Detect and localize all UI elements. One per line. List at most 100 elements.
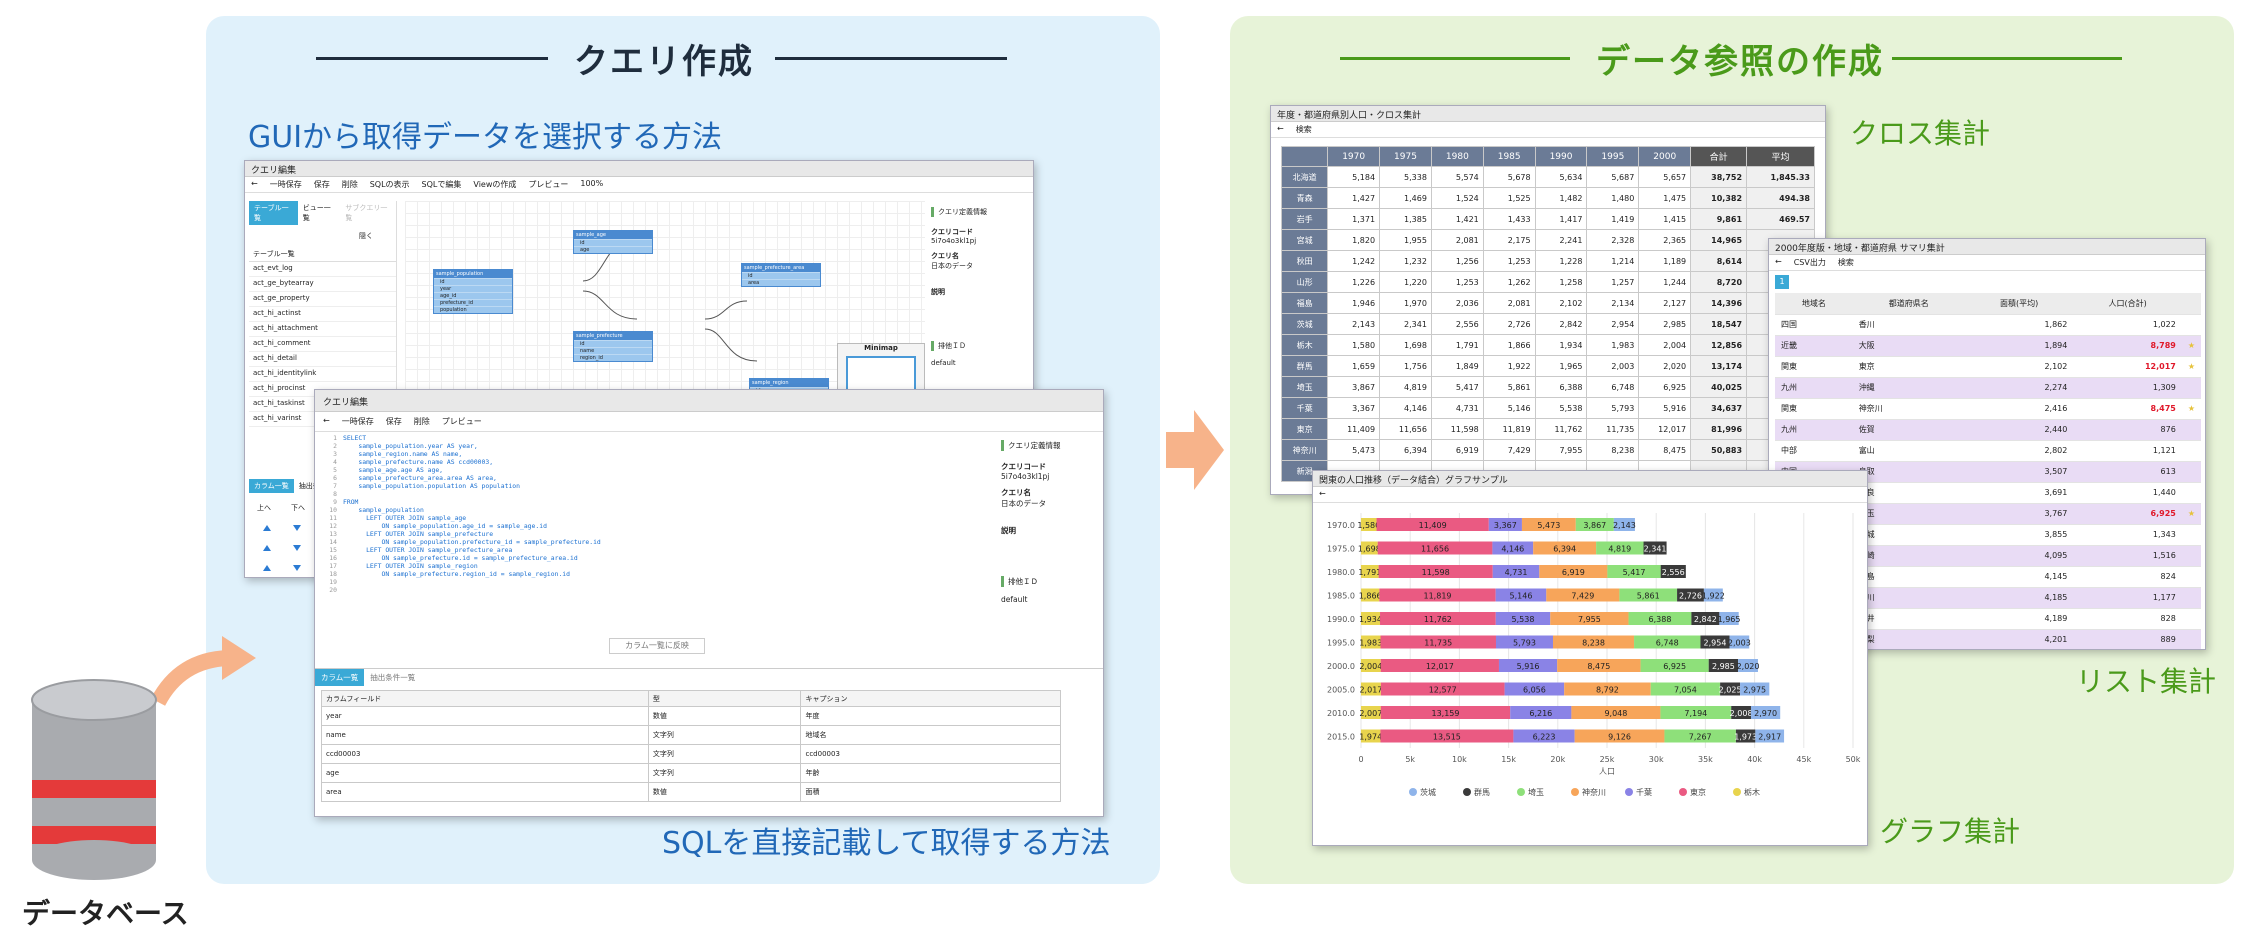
- column-cell[interactable]: 文字列: [647, 725, 802, 745]
- toolbar-button[interactable]: プレビュー: [528, 179, 568, 190]
- list-cell: 沖縄: [1852, 377, 1965, 399]
- column-cell[interactable]: 年度: [800, 706, 1061, 726]
- column-cell[interactable]: name: [321, 725, 649, 745]
- table-node[interactable]: sample_population id year age_id prefecture_…: [433, 268, 513, 314]
- query-code-value[interactable]: 5i7o4o3kl1pj: [1001, 472, 1101, 481]
- page-number-button[interactable]: 1: [1775, 275, 1789, 289]
- toolbar-button[interactable]: 保存: [386, 416, 402, 427]
- sql-editor[interactable]: 1 SELECT 2 sample_population.year AS year,…: [319, 434, 791, 630]
- table-node-column[interactable]: age: [574, 245, 652, 253]
- bottom-tab[interactable]: 抽出条件一覧: [364, 669, 421, 686]
- query-code-value[interactable]: 5i7o4o3kl1pj: [931, 237, 1031, 245]
- back-icon[interactable]: ←: [1775, 257, 1782, 268]
- list-item[interactable]: 中部 富山 2,802 1,121: [1775, 440, 2201, 462]
- table-list-item[interactable]: act_evt_log: [249, 262, 396, 277]
- window-title: クエリ編集: [245, 161, 1033, 177]
- data-cell: 1,480: [1586, 187, 1640, 209]
- legend-swatch: [1679, 788, 1687, 796]
- list-item[interactable]: 九州 佐賀 2,440 876: [1775, 419, 2201, 441]
- table-node-column[interactable]: age_id: [434, 291, 512, 299]
- sidebar-tab[interactable]: ビュー一覧: [298, 201, 341, 225]
- table-node-column[interactable]: population: [434, 305, 512, 313]
- bottom-tab[interactable]: カラム一覧: [315, 669, 365, 686]
- column-cell[interactable]: ccd00003: [800, 744, 1061, 764]
- table-node-column[interactable]: name: [574, 347, 652, 354]
- back-icon[interactable]: ←: [1319, 489, 1326, 500]
- table-node-column[interactable]: id: [574, 340, 652, 347]
- table-node-column[interactable]: region_id: [574, 354, 652, 361]
- table-list-item[interactable]: act_hi_attachment: [249, 322, 396, 337]
- column-cell[interactable]: 数値: [647, 706, 802, 726]
- hide-checkbox-label[interactable]: 隠く: [249, 225, 396, 241]
- table-node-column[interactable]: id: [742, 272, 820, 279]
- table-row[interactable]: year 数値 年度: [321, 706, 1061, 726]
- column-cell[interactable]: age: [321, 763, 649, 783]
- graph-window[interactable]: 関東の人口推移（データ結合）グラフサンプル ← 0 5k 10k 15k 20k 25k 3…: [1312, 470, 1868, 846]
- toolbar-button[interactable]: 保存: [314, 179, 330, 190]
- move-button[interactable]: 上へ: [257, 503, 271, 513]
- back-icon[interactable]: ←: [1277, 124, 1284, 135]
- table-list-item[interactable]: act_ge_bytearray: [249, 277, 396, 292]
- column-cell[interactable]: 数値: [647, 782, 802, 802]
- toolbar-button[interactable]: 一時保存: [342, 416, 374, 427]
- x-tick-label: 30k: [1649, 755, 1664, 764]
- list-item[interactable]: 関東 東京 2,102 12,017 ★: [1775, 356, 2201, 378]
- table-row[interactable]: ccd00003 文字列 ccd00003: [321, 744, 1061, 764]
- toolbar-button[interactable]: SQLの表示: [370, 179, 410, 190]
- column-cell[interactable]: ccd00003: [321, 744, 649, 764]
- toolbar-button[interactable]: Viewの作成: [473, 179, 516, 190]
- table-row[interactable]: age 文字列 年齢: [321, 763, 1061, 783]
- column-cell[interactable]: 文字列: [647, 763, 802, 783]
- toolbar-button[interactable]: プレビュー: [442, 416, 482, 427]
- table-row[interactable]: area 数値 面積: [321, 782, 1061, 802]
- back-icon[interactable]: ←: [323, 416, 330, 427]
- cross-tab-window[interactable]: 年度・都道府県別人口・クロス集計 ← 検索 1970 1975 1980 1985 199…: [1270, 105, 1826, 495]
- list-item[interactable]: 近畿 大阪 1,894 8,789 ★: [1775, 335, 2201, 357]
- bottom-tab[interactable]: カラム一覧: [249, 479, 294, 493]
- column-cell[interactable]: area: [321, 782, 649, 802]
- table-row[interactable]: name 文字列 地域名: [321, 725, 1061, 745]
- toolbar-button[interactable]: 一時保存: [270, 179, 302, 190]
- line-number: 12: [329, 522, 337, 530]
- move-arrow-icons[interactable]: [257, 519, 317, 578]
- csv-export-button[interactable]: CSV出力: [1794, 257, 1826, 268]
- table-node-column[interactable]: prefecture_id: [434, 298, 512, 306]
- data-cell: 1,242: [1327, 250, 1381, 272]
- toolbar-button[interactable]: 100%: [580, 179, 603, 190]
- exclusive-id-value[interactable]: default: [931, 359, 1031, 367]
- search-button[interactable]: 検索: [1838, 257, 1854, 268]
- move-button[interactable]: 下へ: [291, 503, 305, 513]
- table-list-item[interactable]: act_hi_comment: [249, 337, 396, 352]
- table-list-item[interactable]: act_ge_property: [249, 292, 396, 307]
- list-item[interactable]: 九州 沖縄 2,274 1,309: [1775, 377, 2201, 399]
- toolbar-button[interactable]: 削除: [414, 416, 430, 427]
- table-node[interactable]: sample_prefecture id name region_id: [573, 331, 653, 362]
- table-list-item[interactable]: act_hi_actinst: [249, 307, 396, 322]
- back-icon[interactable]: ←: [251, 179, 258, 190]
- list-item[interactable]: 関東 神奈川 2,416 8,475 ★: [1775, 398, 2201, 420]
- list-item[interactable]: 四国 香川 1,862 1,022: [1775, 314, 2201, 336]
- reflect-columns-button[interactable]: カラム一覧に反映: [609, 638, 705, 654]
- column-cell[interactable]: 地域名: [800, 725, 1061, 745]
- table-list-item[interactable]: act_hi_detail: [249, 352, 396, 367]
- column-cell[interactable]: 年齢: [800, 763, 1061, 783]
- column-cell[interactable]: 面積: [800, 782, 1061, 802]
- sql-query-window[interactable]: クエリ編集 ← 一時保存 保存 削除 プレビュー 1 SELECT 2 sample_pop…: [314, 389, 1104, 817]
- sidebar-tab[interactable]: サブクエリ一覧: [340, 201, 396, 225]
- table-list-item[interactable]: act_hi_identitylink: [249, 367, 396, 382]
- table-node-column[interactable]: id: [434, 277, 512, 285]
- table-node-column[interactable]: year: [434, 284, 512, 292]
- table-node-column[interactable]: id: [574, 238, 652, 246]
- column-cell[interactable]: year: [321, 706, 649, 726]
- query-name-value[interactable]: 日本のデータ: [931, 261, 1031, 271]
- column-cell[interactable]: 文字列: [647, 744, 802, 764]
- toolbar-button[interactable]: SQLで編集: [422, 179, 462, 190]
- table-node-column[interactable]: area: [742, 279, 820, 286]
- exclusive-id-value[interactable]: default: [1001, 595, 1101, 604]
- query-name-value[interactable]: 日本のデータ: [1001, 498, 1101, 509]
- sidebar-tab[interactable]: テーブル一覧: [249, 201, 298, 225]
- table-node[interactable]: sample_prefecture_area id area: [741, 263, 821, 288]
- toolbar-button[interactable]: 削除: [342, 179, 358, 190]
- search-button[interactable]: 検索: [1296, 124, 1312, 135]
- table-node[interactable]: sample_age id age: [573, 229, 653, 254]
